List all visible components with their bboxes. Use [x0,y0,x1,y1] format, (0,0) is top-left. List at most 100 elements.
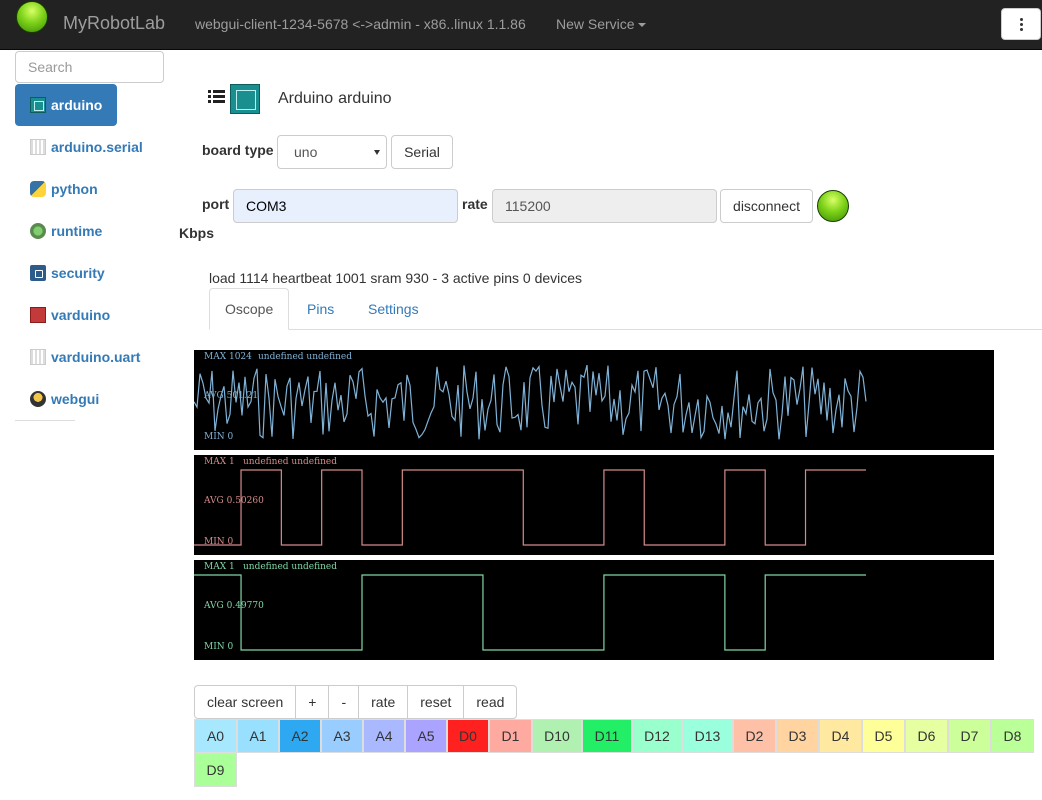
pin-button-d13[interactable]: D13 [682,719,733,753]
pin-button-a4[interactable]: A4 [363,719,405,753]
pin-button-d9[interactable]: D9 [194,753,237,787]
sidebar-divider [15,420,75,421]
select-arrow-icon [374,150,380,155]
pin-button-d6[interactable]: D6 [905,719,948,753]
trace-line [194,364,867,440]
port-field[interactable] [233,189,458,223]
trace-max: MAX 1 [204,457,235,467]
trace-extra: undefined undefined [243,457,337,467]
sidebar-item-label: varduino [51,307,111,323]
list-icon[interactable] [208,89,225,104]
pin-button-a2[interactable]: A2 [279,719,321,753]
pin-button-a0[interactable]: A0 [194,719,237,753]
trace-min: MIN 0 [204,537,234,547]
trace-avg: AVG 0.50260 [204,496,264,506]
service-type: Arduino [278,90,334,107]
pin-button-d0[interactable]: D0 [447,719,489,753]
tab-oscope[interactable]: Oscope [209,288,290,330]
serial-icon [30,139,46,155]
arduino-icon [30,97,46,113]
kebab-dot-icon [1019,22,1023,26]
sidebar-item-arduino-serial[interactable]: arduino.serial [15,126,175,168]
pin-button-d4[interactable]: D4 [819,719,862,753]
pin-button-a3[interactable]: A3 [321,719,363,753]
pin-button-d2[interactable]: D2 [733,719,776,753]
pin-button-d1[interactable]: D1 [489,719,532,753]
sidebar-item-label: arduino [51,97,103,113]
rate-field[interactable] [492,189,717,223]
pin-button-d7[interactable]: D7 [948,719,991,753]
varduino-icon [30,307,46,323]
board-status-line: load 1114 heartbeat 1001 sram 930 - 3 ac… [209,270,583,286]
sidebar-item-label: webgui [51,391,100,407]
sidebar-item-arduino[interactable]: arduino [15,84,117,126]
sidebar-item-label: security [51,265,105,281]
sidebar-item-security[interactable]: security [15,252,175,294]
connection-status: webgui-client-1234-5678 <->admin - x86..… [195,16,526,32]
tab-settings[interactable]: Settings [353,288,434,330]
status-led-icon [16,1,48,33]
trace-max: MAX 1024 [204,352,252,362]
arduino-logo-icon [230,84,260,114]
rate-button[interactable]: rate [358,685,409,719]
kebab-dot-icon [1019,27,1023,31]
pin-button-d5[interactable]: D5 [862,719,905,753]
sidebar-item-label: runtime [51,223,103,239]
sidebar-item-label: python [51,181,98,197]
service-title: Arduino arduino [278,90,392,108]
kebab-dot-icon [1019,17,1023,21]
serial-button[interactable]: Serial [391,135,453,169]
top-navbar: MyRobotLab webgui-client-1234-5678 <->ad… [0,0,1042,50]
disconnect-button[interactable]: disconnect [720,189,813,223]
webgui-icon [30,391,46,407]
serial-icon [30,349,46,365]
oscope-trace-c: MAX 1 undefined undefined AVG 0.49770 MI… [194,560,994,660]
python-icon [30,181,46,197]
trace-avg: AVG 0.49770 [204,601,264,611]
reset-button[interactable]: reset [407,685,465,719]
oscope-waveform [194,364,867,440]
zoom-in-button[interactable]: + [295,685,330,719]
sidebar-item-webgui[interactable]: webgui [15,378,175,420]
sidebar-item-varduino[interactable]: varduino [15,294,175,336]
new-service-dropdown[interactable]: New Service [556,16,646,32]
pin-button-a5[interactable]: A5 [405,719,447,753]
trace-min: MIN 0 [204,432,234,442]
trace-extra: undefined undefined [258,352,352,362]
trace-min: MIN 0 [204,642,234,652]
pin-button-d10[interactable]: D10 [532,719,582,753]
search-input[interactable] [15,51,164,83]
board-type-value: uno [294,144,318,160]
trace-line [194,574,866,651]
zoom-out-button[interactable]: - [328,685,360,719]
pin-button-d8[interactable]: D8 [991,719,1034,753]
sidebar-item-python[interactable]: python [15,168,175,210]
clear-screen-button[interactable]: clear screen [194,685,297,719]
oscope-controls: clear screen + - rate reset read [194,685,518,719]
trace-max: MAX 1 [204,562,235,572]
brand-link[interactable]: MyRobotLab [63,13,165,34]
oscope-waveform [194,469,866,546]
sidebar-item-varduino-uart[interactable]: varduino.uart [15,336,175,378]
tab-pins[interactable]: Pins [292,288,349,330]
runtime-icon [30,223,46,239]
trace-avg: AVG 501.21 [204,391,259,401]
service-name: arduino [338,90,392,107]
sidebar-item-label: varduino.uart [51,349,141,365]
caret-down-icon [637,23,646,28]
pin-button-d12[interactable]: D12 [632,719,682,753]
pin-button-a1[interactable]: A1 [237,719,279,753]
kbps-label: Kbps [179,225,214,241]
oscope-trace-a: MAX 1024 undefined undefined AVG 501.21 … [194,350,994,450]
board-type-select[interactable]: uno [277,135,387,169]
sidebar-item-runtime[interactable]: runtime [15,210,175,252]
more-menu-button[interactable] [1001,8,1041,40]
port-label: port [202,196,230,212]
board-type-label: board type [202,142,274,158]
pin-button-d3[interactable]: D3 [776,719,819,753]
read-button[interactable]: read [463,685,518,719]
security-icon [30,265,46,281]
trace-line [194,469,866,546]
rate-label: rate [462,196,488,212]
pin-button-d11[interactable]: D11 [582,719,632,753]
